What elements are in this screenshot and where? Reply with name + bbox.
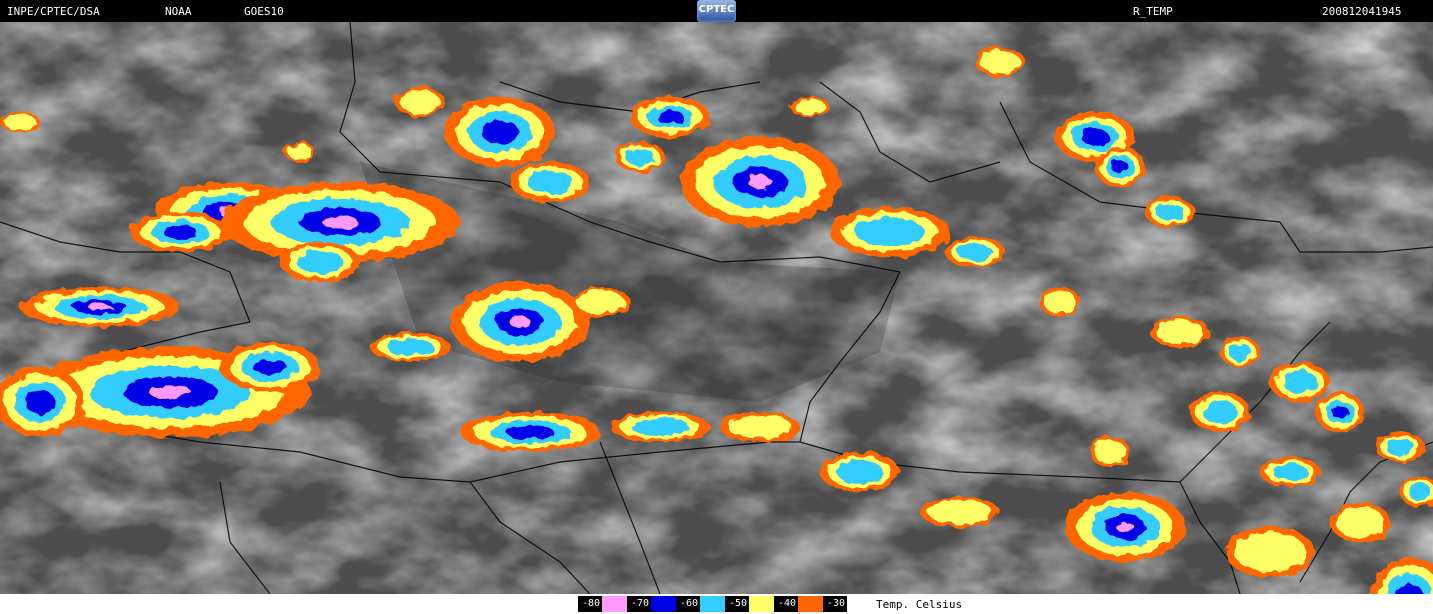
cloud-cell-layer — [1336, 506, 1384, 538]
cloud-cell-layer — [928, 500, 992, 524]
legend-value-label: -30 — [823, 596, 847, 612]
cloud-cell-layer — [1234, 532, 1306, 572]
cloud-cell-layer — [748, 175, 772, 189]
cloud-cell-layer — [1228, 343, 1252, 361]
cloud-cell-layer — [1385, 438, 1415, 456]
cloud-cell-layer — [88, 304, 112, 310]
cloud-cell-layer — [1116, 521, 1134, 533]
cloud-cell-layer — [728, 415, 792, 439]
cloud-cell-layer — [625, 148, 655, 166]
cloud-cell-layer — [836, 460, 884, 484]
cloud-cell-layer — [1202, 400, 1238, 424]
cloud-cell-layer — [24, 390, 56, 414]
agency-label: NOAA — [165, 5, 192, 18]
cloud-cell-layer — [4, 114, 36, 130]
legend-value-label: -70 — [627, 596, 651, 612]
cloud-cell-layer — [253, 358, 287, 376]
cloud-cell-layer — [631, 418, 689, 436]
cptec-logo: CPTEC — [697, 0, 736, 22]
legend-value-label: -50 — [725, 596, 749, 612]
legend-color-swatch — [749, 596, 774, 612]
legend-unit-label: Temp. Celsius — [876, 597, 963, 611]
cloud-cell-layer — [481, 120, 519, 144]
cloud-cell-layer — [149, 385, 191, 399]
cloud-cell-layer — [163, 225, 197, 239]
legend-value-label: -40 — [774, 596, 798, 612]
cloud-cell-layer — [794, 99, 826, 115]
legend-color-swatch — [651, 596, 676, 612]
timestamp-label: 200812041945 — [1322, 5, 1402, 18]
legend-color-swatch — [602, 596, 627, 612]
cloud-cell-layer — [386, 338, 434, 356]
cloud-cell-layer — [1272, 463, 1308, 481]
cloud-cell-layer — [980, 50, 1020, 74]
cloud-cell-layer — [1408, 483, 1432, 501]
cloud-cell-layer — [957, 243, 993, 261]
cloud-cell-layer — [288, 144, 312, 160]
cloud-cell-layer — [506, 425, 554, 439]
legend-color-swatch — [847, 596, 872, 612]
cloud-cell-layer — [1331, 405, 1349, 419]
cloud-cell-layer — [1111, 160, 1129, 174]
cloud-cell-layer — [1156, 320, 1204, 344]
satellite-label: GOES10 — [244, 5, 284, 18]
product-label: R_TEMP — [1133, 5, 1173, 18]
header-bar: INPE/CPTEC/DSA NOAA GOES10 CPTEC R_TEMP … — [0, 0, 1433, 22]
source-label: INPE/CPTEC/DSA — [7, 5, 100, 18]
cloud-cell-layer — [1094, 440, 1126, 464]
cloud-cell-layer — [1044, 290, 1076, 314]
legend-value-label: -60 — [676, 596, 700, 612]
cloud-cell-layer — [400, 90, 440, 114]
cloud-cell-layer — [509, 316, 531, 328]
cloud-cell-layer — [296, 250, 344, 274]
legend-color-swatch — [700, 596, 725, 612]
cloud-cell-layer — [855, 217, 925, 247]
legend-color-swatch — [798, 596, 823, 612]
satellite-map — [0, 22, 1433, 594]
cloud-cell-layer — [1155, 203, 1185, 221]
temperature-legend: -80 -70 -60 -50 -40 -30 Temp. Celsius — [0, 594, 1433, 614]
cloud-cell-layer — [526, 170, 574, 194]
cloud-cell-layer — [656, 110, 684, 124]
legend-value-label: -80 — [578, 596, 602, 612]
cloud-cell-layer — [322, 216, 358, 228]
cloud-cell-layer — [576, 290, 624, 314]
cloud-cell-layer — [1282, 370, 1318, 394]
cloud-cell-layer — [1081, 128, 1109, 146]
